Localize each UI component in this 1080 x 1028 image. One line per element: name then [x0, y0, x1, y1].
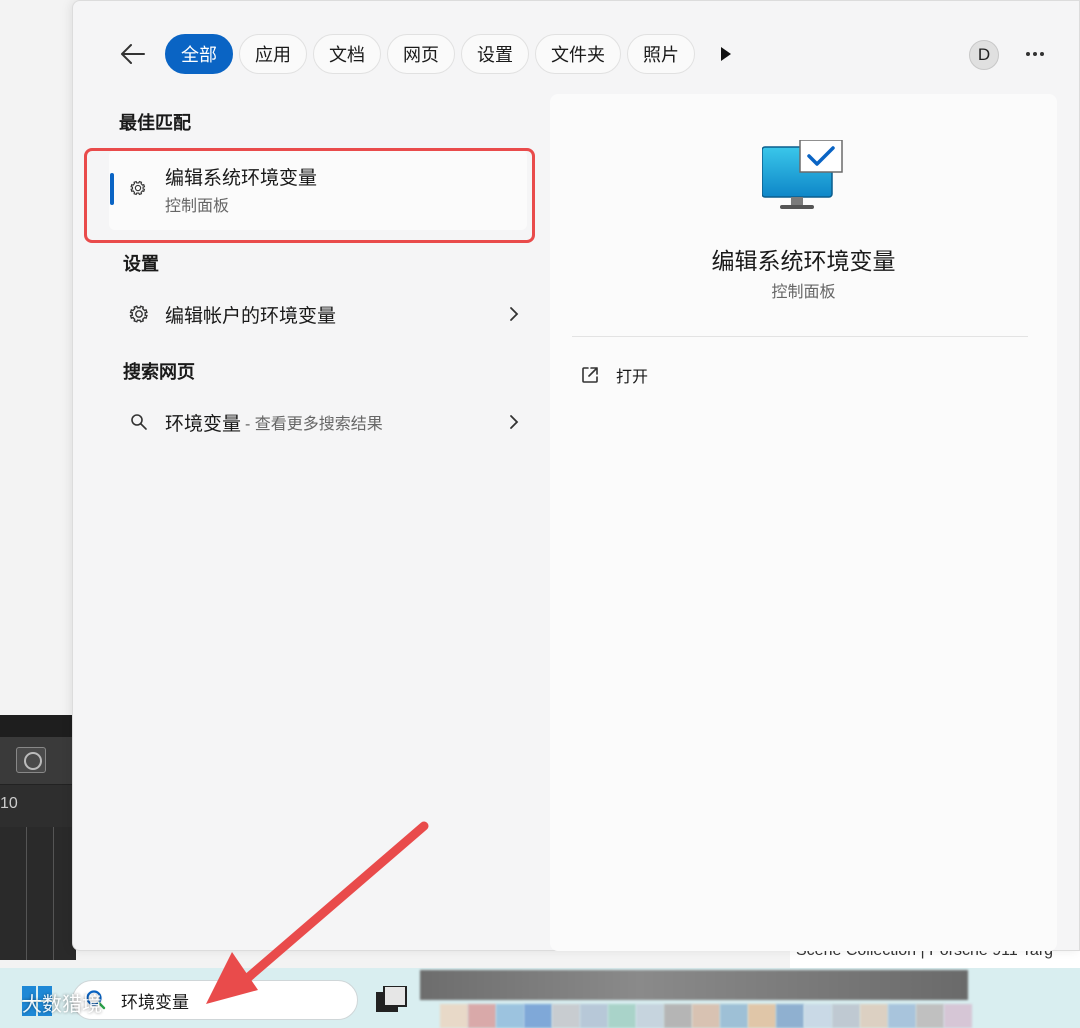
open-external-icon — [582, 367, 598, 383]
pinned-app-icon[interactable] — [440, 1004, 468, 1028]
watermark: 大数猎境 — [22, 994, 102, 1016]
taskbar-search-box[interactable]: 环境变量 — [72, 980, 358, 1020]
pinned-app-icon[interactable] — [580, 1004, 608, 1028]
chevron-right-icon — [510, 307, 519, 321]
blurred-taskbar-region — [420, 970, 968, 1000]
taskbar-search-text[interactable]: 环境变量 — [121, 988, 189, 1013]
account-avatar[interactable]: D — [969, 40, 999, 70]
preview-pane: 编辑系统环境变量 控制面板 打开 — [550, 94, 1057, 951]
background-app-titlebar — [0, 715, 76, 737]
pinned-app-icon[interactable] — [692, 1004, 720, 1028]
monitor-checkmark-icon — [762, 140, 843, 209]
pinned-app-icon[interactable] — [804, 1004, 832, 1028]
taskbar: 环境变量 — [0, 968, 1080, 1028]
back-arrow-icon — [121, 44, 145, 64]
more-dots-icon — [1026, 52, 1044, 56]
preview-title: 编辑系统环境变量 — [711, 248, 896, 274]
pinned-app-icon[interactable] — [468, 1004, 496, 1028]
web-search-heading: 搜索网页 — [123, 362, 195, 382]
web-result-more: - 查看更多搜索结果 — [245, 416, 383, 433]
open-action[interactable]: 打开 — [580, 360, 648, 390]
timeline-grid — [0, 827, 76, 960]
preview-divider — [572, 336, 1028, 337]
pinned-app-icon[interactable] — [664, 1004, 692, 1028]
more-options-button[interactable] — [1019, 39, 1051, 69]
search-icon — [127, 410, 151, 434]
play-triangle-icon — [721, 47, 731, 61]
settings-result-label: 编辑帐户的环境变量 — [165, 305, 337, 327]
filter-bar: 全部 应用 文档 网页 设置 文件夹 照片 — [113, 34, 741, 74]
pinned-app-icon[interactable] — [552, 1004, 580, 1028]
filter-chip-documents[interactable]: 文档 — [313, 34, 381, 74]
settings-result-user-env[interactable]: 编辑帐户的环境变量 — [113, 290, 523, 338]
preview-subtitle: 控制面板 — [771, 284, 836, 301]
pinned-app-icon[interactable] — [636, 1004, 664, 1028]
pinned-app-icon[interactable] — [608, 1004, 636, 1028]
best-match-heading: 最佳匹配 — [119, 113, 191, 133]
more-filters-button[interactable] — [711, 34, 741, 74]
filter-chip-all[interactable]: 全部 — [165, 34, 233, 74]
blurred-pinned-apps — [440, 1004, 972, 1028]
ruler-label: 10 — [0, 795, 18, 812]
background-app-window: 10 — [0, 715, 76, 960]
web-result-env-var[interactable]: 环境变量 - 查看更多搜索结果 — [113, 398, 523, 446]
back-button[interactable] — [113, 34, 153, 74]
pinned-app-icon[interactable] — [916, 1004, 944, 1028]
filter-chip-photos[interactable]: 照片 — [627, 34, 695, 74]
filter-chip-apps[interactable]: 应用 — [239, 34, 307, 74]
timeline-ruler: 10 — [0, 785, 76, 827]
record-toggle-button[interactable] — [16, 747, 46, 773]
pinned-app-icon[interactable] — [496, 1004, 524, 1028]
gear-icon — [127, 302, 151, 326]
chevron-right-icon — [510, 415, 519, 429]
pinned-app-icon[interactable] — [888, 1004, 916, 1028]
task-view-icon[interactable] — [376, 986, 408, 1014]
filter-chip-folders[interactable]: 文件夹 — [535, 34, 621, 74]
settings-heading: 设置 — [123, 254, 159, 274]
filter-chip-web[interactable]: 网页 — [387, 34, 455, 74]
pinned-app-icon[interactable] — [944, 1004, 972, 1028]
pinned-app-icon[interactable] — [720, 1004, 748, 1028]
filter-chip-settings[interactable]: 设置 — [461, 34, 529, 74]
pinned-app-icon[interactable] — [748, 1004, 776, 1028]
annotation-highlight-box — [84, 148, 535, 243]
pinned-app-icon[interactable] — [776, 1004, 804, 1028]
pinned-app-icon[interactable] — [524, 1004, 552, 1028]
search-panel: 全部 应用 文档 网页 设置 文件夹 照片 D 最佳匹配 编辑系统环境变量 控制… — [72, 0, 1080, 951]
pinned-app-icon[interactable] — [832, 1004, 860, 1028]
pinned-app-icon[interactable] — [860, 1004, 888, 1028]
open-action-label: 打开 — [616, 369, 649, 386]
web-result-label: 环境变量 — [165, 413, 242, 435]
